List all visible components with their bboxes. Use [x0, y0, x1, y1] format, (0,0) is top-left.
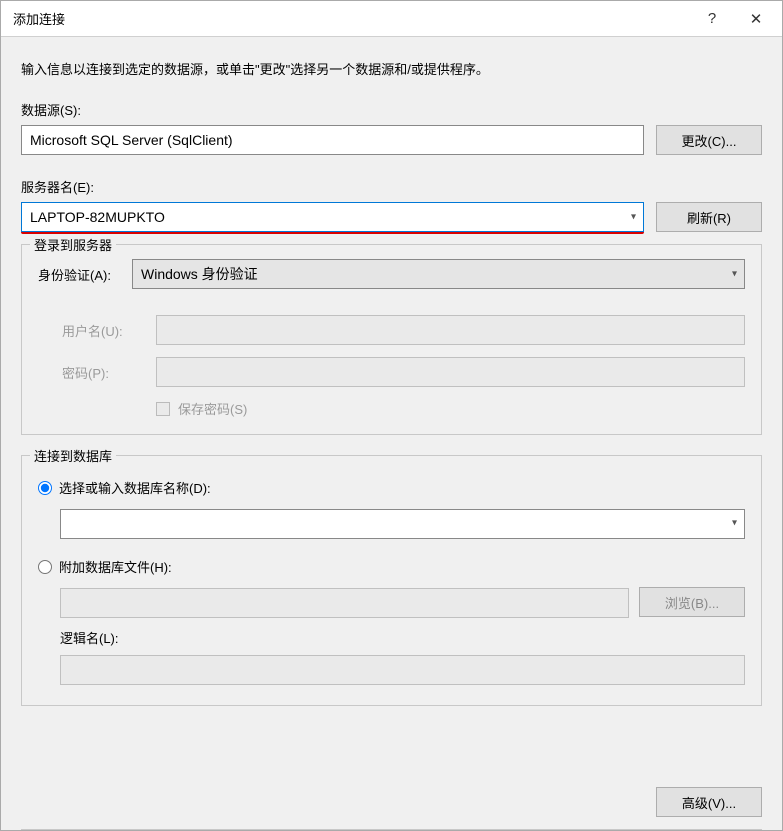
attach-file-input — [60, 588, 629, 618]
username-input — [156, 315, 745, 345]
dialog-title: 添加连接 — [13, 9, 690, 28]
database-groupbox: 连接到数据库 选择或输入数据库名称(D): ▾ 附加数据库文件(H): 浏览(B… — [21, 455, 762, 706]
select-db-label: 选择或输入数据库名称(D): — [59, 478, 211, 497]
instruction-text: 输入信息以连接到选定的数据源，或单击"更改"选择另一个数据源和/或提供程序。 — [21, 59, 762, 78]
close-button[interactable]: ✕ — [734, 3, 778, 35]
change-button[interactable]: 更改(C)... — [656, 125, 762, 155]
select-db-radio[interactable] — [38, 481, 52, 495]
logical-name-label: 逻辑名(L): — [60, 628, 745, 647]
attach-db-label: 附加数据库文件(H): — [59, 557, 172, 576]
attach-db-radio-row[interactable]: 附加数据库文件(H): — [38, 557, 745, 576]
username-label: 用户名(U): — [62, 321, 156, 340]
browse-button: 浏览(B)... — [639, 587, 745, 617]
advanced-button[interactable]: 高级(V)... — [656, 787, 762, 817]
attach-db-radio[interactable] — [38, 560, 52, 574]
titlebar: 添加连接 ? ✕ — [1, 1, 782, 37]
refresh-button[interactable]: 刷新(R) — [656, 202, 762, 232]
help-button[interactable]: ? — [690, 3, 734, 35]
auth-combo[interactable] — [132, 259, 745, 289]
datasource-row: 数据源(S): 更改(C)... — [21, 100, 762, 155]
add-connection-dialog: 添加连接 ? ✕ 输入信息以连接到选定的数据源，或单击"更改"选择另一个数据源和… — [0, 0, 783, 831]
server-label: 服务器名(E): — [21, 177, 644, 196]
save-password-label: 保存密码(S) — [178, 399, 247, 418]
server-combo[interactable] — [21, 202, 644, 232]
footer-separator — [21, 829, 762, 830]
save-password-checkbox — [156, 402, 170, 416]
server-row: 服务器名(E): ▾ 刷新(R) — [21, 177, 762, 234]
datasource-input — [21, 125, 644, 155]
login-legend: 登录到服务器 — [30, 235, 116, 254]
datasource-label: 数据源(S): — [21, 100, 644, 119]
login-groupbox: 登录到服务器 身份验证(A): ▾ 用户名(U): 密码(P): — [21, 244, 762, 435]
auth-label: 身份验证(A): — [38, 265, 132, 284]
database-name-combo[interactable] — [60, 509, 745, 539]
dialog-footer: 高级(V)... — [1, 779, 782, 823]
password-input — [156, 357, 745, 387]
select-db-radio-row[interactable]: 选择或输入数据库名称(D): — [38, 478, 745, 497]
dialog-content: 输入信息以连接到选定的数据源，或单击"更改"选择另一个数据源和/或提供程序。 数… — [1, 37, 782, 779]
password-label: 密码(P): — [62, 363, 156, 382]
logical-name-input — [60, 655, 745, 685]
database-legend: 连接到数据库 — [30, 446, 116, 465]
